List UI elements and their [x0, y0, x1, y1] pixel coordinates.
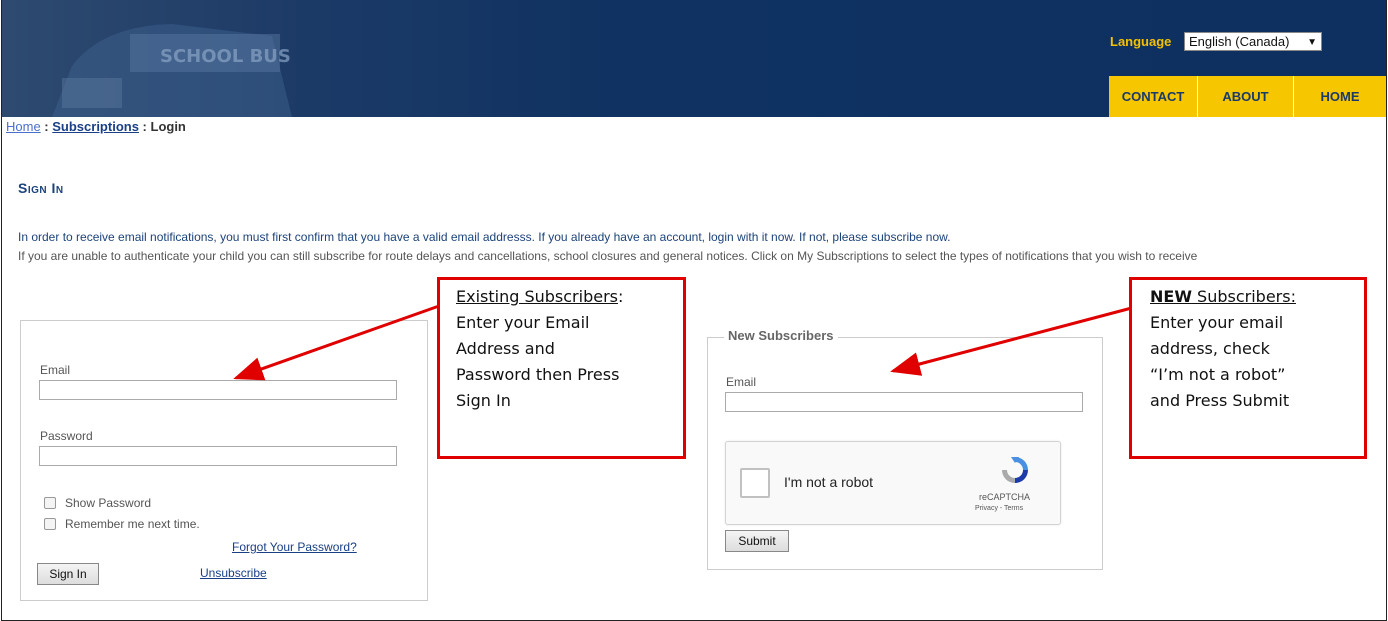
- callout-line: Sign In: [456, 391, 511, 410]
- callout-line: and Press Submit: [1150, 391, 1290, 410]
- arrow-to-new-email-field: [890, 303, 1144, 376]
- callout-heading-text: Existing Subscribers: [456, 287, 618, 306]
- existing-subscribers-callout: Existing Subscribers: Enter your Email A…: [437, 277, 686, 459]
- callout-heading-text: Subscribers:: [1191, 287, 1296, 306]
- callout-heading-bold: NEW: [1150, 287, 1192, 306]
- callout-line: Enter your Email: [456, 313, 590, 332]
- callout-heading: Existing Subscribers:: [456, 284, 667, 310]
- callout-heading: NEW Subscribers:: [1150, 284, 1348, 310]
- new-subscribers-callout: NEW Subscribers: Enter your email addres…: [1129, 277, 1367, 459]
- callout-line: Address and: [456, 339, 555, 358]
- callout-line: “I’m not a robot”: [1150, 365, 1286, 384]
- arrow-to-email-field: [233, 304, 440, 381]
- callout-line: Enter your email: [1150, 313, 1284, 332]
- callout-heading-colon: :: [617, 287, 624, 306]
- callout-line: Password then Press: [456, 365, 620, 384]
- callout-line: address, check: [1150, 339, 1270, 358]
